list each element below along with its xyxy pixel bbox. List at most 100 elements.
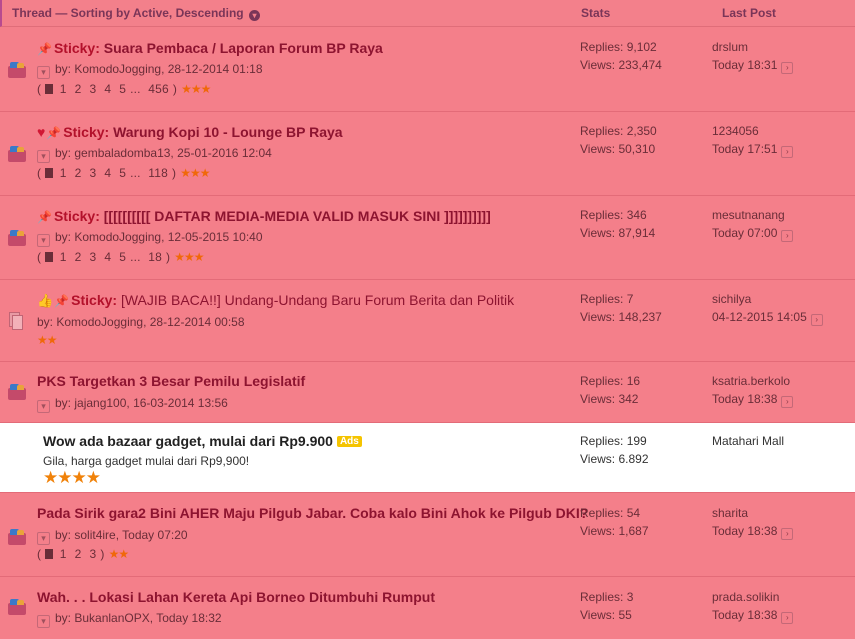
go-to-last-post-icon[interactable]: › xyxy=(781,612,794,624)
page-link[interactable]: 3 xyxy=(89,166,96,180)
by-label: by: xyxy=(55,396,72,410)
thread-row: ♥📌 Sticky: Warung Kopi 10 - Lounge BP Ray… xyxy=(0,112,855,196)
views-count: Views: 233,474 xyxy=(580,58,662,72)
thread-row: 📌 Sticky: [[[[[[[[[[ DAFTAR MEDIA-MEDIA V… xyxy=(0,196,855,280)
pin-icon: 📌 xyxy=(37,42,52,56)
views-count: Views: 342 xyxy=(580,392,639,406)
thread-title-link[interactable]: Warung Kopi 10 - Lounge BP Raya xyxy=(113,124,342,140)
page-link[interactable]: 1 xyxy=(60,166,67,180)
thread-title-link[interactable]: [WAJIB BACA!!] Undang-Undang Baru Forum … xyxy=(121,292,514,308)
last-post-user-link[interactable]: mesutnanang xyxy=(712,206,793,224)
thread-title-link[interactable]: Suara Pembaca / Laporan Forum BP Raya xyxy=(104,40,383,56)
ads-badge: Ads xyxy=(336,436,362,447)
thread-author-link[interactable]: jajang100, 16-03-2014 13:56 xyxy=(74,396,227,410)
thread-menu-dropdown[interactable]: ▾ xyxy=(37,234,50,247)
chevron-down-icon[interactable]: ▾ xyxy=(248,10,260,21)
last-post-time: Today 18:31 xyxy=(712,58,778,72)
last-post-user-link[interactable]: drslum xyxy=(712,38,793,56)
page-link[interactable]: 4 xyxy=(104,250,111,264)
by-label: by: xyxy=(55,528,72,542)
thread-menu-dropdown[interactable]: ▾ xyxy=(37,150,50,163)
thread-folder-icon xyxy=(8,599,26,615)
last-post-user-link[interactable]: sharita xyxy=(712,504,793,522)
thread-author-link[interactable]: KomodoJogging, 28-12-2014 00:58 xyxy=(56,315,244,329)
sticky-label: Sticky: xyxy=(53,40,100,56)
last-post-user-link[interactable]: ksatria.berkolo xyxy=(712,372,793,390)
page-link[interactable]: 4 xyxy=(104,166,111,180)
thread-title-link[interactable]: PKS Targetkan 3 Besar Pemilu Legislatif xyxy=(37,373,305,389)
thread-menu-dropdown[interactable]: ▾ xyxy=(37,66,50,79)
go-to-last-post-icon[interactable]: › xyxy=(781,146,794,158)
locked-document-icon xyxy=(9,312,23,330)
pin-icon: 📌 xyxy=(54,294,70,308)
sponsored-thread-row[interactable]: Wow ada bazaar gadget, mulai dari Rp9.90… xyxy=(0,423,855,493)
views-count: Views: 50,310 xyxy=(580,142,656,156)
rating-stars: ★★★ xyxy=(181,82,211,96)
pages-icon xyxy=(44,549,53,559)
go-to-last-post-icon[interactable]: › xyxy=(781,396,794,408)
page-link[interactable]: 1 xyxy=(60,82,67,96)
page-link[interactable]: 3 xyxy=(89,82,96,96)
page-link[interactable]: 2 xyxy=(75,250,82,264)
go-to-last-post-icon[interactable]: › xyxy=(781,230,794,242)
thread-menu-dropdown[interactable]: ▾ xyxy=(37,615,50,628)
page-link[interactable]: 1 xyxy=(60,547,67,561)
last-post-time: Today 17:51 xyxy=(712,142,778,156)
sort-by-last-post-link[interactable]: Last Post xyxy=(722,6,776,20)
thread-author-link[interactable]: KomodoJogging, 12-05-2015 10:40 xyxy=(74,230,262,244)
go-to-last-post-icon[interactable]: › xyxy=(781,62,794,74)
page-link-last[interactable]: 118 xyxy=(148,166,168,180)
last-post-time: Today 18:38 xyxy=(712,524,778,538)
page-link[interactable]: 5 xyxy=(119,82,126,96)
ad-rating-stars: ★★★★ xyxy=(43,468,101,487)
views-count: Views: 55 xyxy=(580,608,632,622)
page-link[interactable]: 5 xyxy=(119,166,126,180)
sticky-label: Sticky: xyxy=(63,124,110,140)
thread-menu-dropdown[interactable]: ▾ xyxy=(37,532,50,545)
advertiser-name: Matahari Mall xyxy=(712,434,785,448)
thread-row: 👍📌 Sticky: [WAJIB BACA!!] Undang-Undang B… xyxy=(0,280,855,362)
page-link[interactable]: 5 xyxy=(119,250,126,264)
page-link[interactable]: 2 xyxy=(75,82,82,96)
ad-title-link[interactable]: Wow ada bazaar gadget, mulai dari Rp9.90… xyxy=(43,433,333,449)
views-count: Views: 1,687 xyxy=(580,524,649,538)
go-to-last-post-icon[interactable]: › xyxy=(781,528,794,540)
sort-by-thread-link[interactable]: Thread — Sorting by Active, Descending ▾ xyxy=(12,6,260,21)
thread-folder-icon xyxy=(8,529,26,545)
pages-icon xyxy=(44,252,53,262)
heart-icon: ♥ xyxy=(37,124,46,140)
page-link[interactable]: 1 xyxy=(60,250,67,264)
replies-count: Replies: 199 xyxy=(580,434,647,448)
page-link[interactable]: 3 xyxy=(89,250,96,264)
page-link-last[interactable]: 456 xyxy=(148,82,169,96)
thread-author-link[interactable]: KomodoJogging, 28-12-2014 01:18 xyxy=(74,62,262,76)
by-label: by: xyxy=(55,230,72,244)
page-link[interactable]: 4 xyxy=(104,82,111,96)
thread-title-link[interactable]: [[[[[[[[[[ DAFTAR MEDIA-MEDIA VALID MASU… xyxy=(104,208,491,224)
last-post-user-link[interactable]: sichilya xyxy=(712,290,823,308)
page-link[interactable]: 2 xyxy=(75,166,82,180)
page-link[interactable]: 2 xyxy=(75,547,82,561)
views-count: Views: 148,237 xyxy=(580,310,662,324)
thread-menu-dropdown[interactable]: ▾ xyxy=(37,400,50,413)
page-ellipsis: ... xyxy=(130,82,141,96)
sticky-label: Sticky: xyxy=(71,292,118,308)
thread-author-link[interactable]: BukanlanOPX, Today 18:32 xyxy=(74,611,221,625)
thumbs-up-icon: 👍 xyxy=(37,293,54,308)
last-post-user-link[interactable]: prada.solikin xyxy=(712,588,793,606)
replies-count: Replies: 7 xyxy=(580,292,634,306)
go-to-last-post-icon[interactable]: › xyxy=(810,314,823,326)
by-label: by: xyxy=(55,611,72,625)
sort-by-stats-link[interactable]: Stats xyxy=(581,6,610,20)
page-link[interactable]: 3 xyxy=(89,547,96,561)
thread-author-link[interactable]: gembaladomba13, 25-01-2016 12:04 xyxy=(74,146,271,160)
last-post-time: Today 18:38 xyxy=(712,392,778,406)
thread-title-link[interactable]: Wah. . . Lokasi Lahan Kereta Api Borneo … xyxy=(37,589,435,605)
thread-author-link[interactable]: solit4ire, Today 07:20 xyxy=(74,528,187,542)
last-post-user-link[interactable]: 1234056 xyxy=(712,122,793,140)
thread-title-link[interactable]: Pada Sirik gara2 Bini AHER Maju Pilgub J… xyxy=(37,505,588,521)
rating-stars: ★★★ xyxy=(174,250,204,264)
thread-folder-icon xyxy=(8,62,26,78)
pages-icon xyxy=(44,84,53,94)
page-link-last[interactable]: 18 xyxy=(148,250,162,264)
